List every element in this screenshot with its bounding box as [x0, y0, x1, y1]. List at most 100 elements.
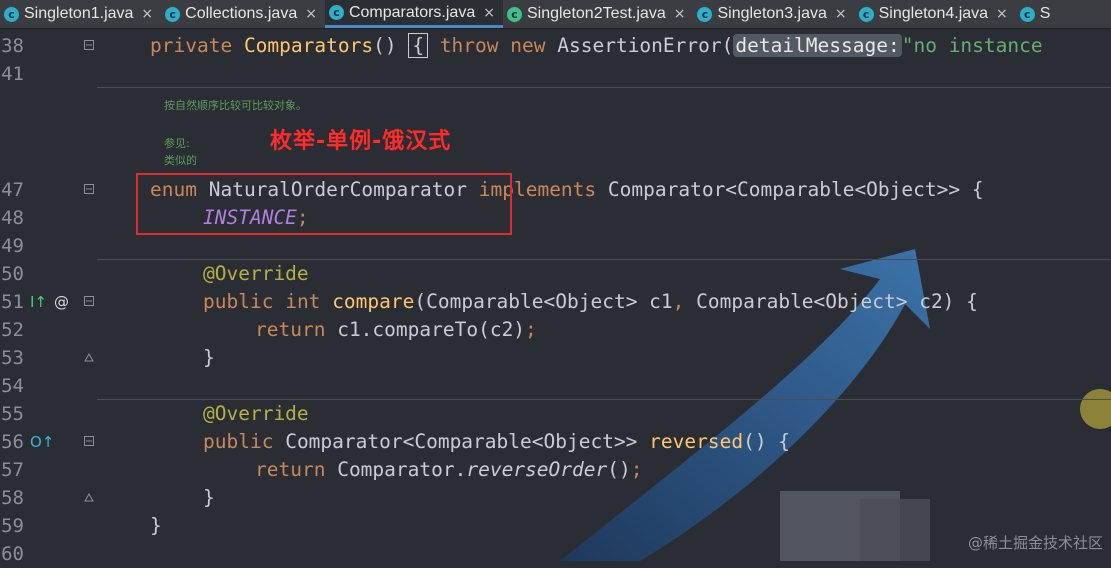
annotation: @Override [203, 262, 309, 285]
line-number[interactable]: 52 [0, 316, 24, 344]
close-icon[interactable]: × [996, 6, 1008, 22]
tab-label: Singleton4.java [878, 5, 989, 22]
tab-label: S [1039, 5, 1051, 22]
gutter-row: 48 [0, 204, 100, 232]
line-number[interactable]: 41 [0, 60, 24, 88]
code-line-50[interactable]: @Override [203, 260, 309, 288]
class-icon: c [1019, 6, 1035, 22]
constructor-name: Comparators [243, 34, 374, 57]
code-line-58[interactable]: } [203, 484, 215, 512]
editor-tab[interactable]: c Collections.java × [161, 0, 325, 28]
editor-tab[interactable]: c Singleton3.java × [693, 0, 854, 28]
watermark: @稀土掘金技术社区 [967, 534, 1103, 552]
code-line-56[interactable]: public Comparator<Comparable<Object>> re… [203, 428, 790, 456]
class-icon: c [697, 6, 713, 22]
gutter-row: 54 [0, 372, 100, 400]
fold-expanded-icon[interactable] [84, 436, 94, 446]
tab-label: Singleton1.java [24, 5, 134, 22]
code-line-55[interactable]: @Override [203, 400, 309, 428]
gutter-row: 50 [0, 260, 100, 288]
interface-type: Comparator<Comparable<Object>> { [607, 178, 984, 201]
parameter-hint: detailMessage: [733, 34, 902, 57]
keyword: throw [439, 34, 499, 57]
line-number[interactable]: 54 [0, 372, 24, 400]
line-number[interactable]: 49 [0, 232, 24, 260]
code-line-38[interactable]: private Comparators() { throw new Assert… [150, 32, 1043, 60]
gutter-row: 55 [0, 400, 100, 428]
overrides-method-icon[interactable]: O↑ [30, 428, 54, 456]
parameters: Comparable<Object> c2) { [684, 290, 978, 313]
line-number[interactable]: 56 [0, 428, 24, 456]
class-name: AssertionError( [557, 34, 734, 57]
annotation-marker-icon[interactable]: @ [54, 288, 69, 316]
keyword: public [203, 290, 274, 313]
line-number[interactable]: 38 [0, 32, 24, 60]
close-icon[interactable]: × [674, 6, 686, 22]
keyword: return [255, 458, 326, 481]
editor-tab[interactable]: cS [1016, 0, 1059, 28]
code-line-52[interactable]: return c1.compareTo(c2); [255, 316, 537, 344]
editor-tab[interactable]: c Singleton1.java × [0, 0, 161, 28]
doc-comment-see-link[interactable]: 类似的 [164, 152, 197, 168]
semicolon: ; [525, 318, 537, 341]
tab-label: Collections.java [185, 5, 298, 22]
class-icon: c [165, 6, 181, 22]
gutter-row: 59 [0, 512, 100, 540]
editor-tab[interactable]: c Comparators.java × [324, 0, 503, 28]
editor-tab[interactable]: c Singleton2Test.java × [503, 0, 694, 28]
keyword: new [510, 34, 546, 57]
gutter-row: 51 [0, 288, 100, 316]
annotation: @Override [203, 402, 309, 425]
class-name: Comparator. [337, 458, 467, 481]
fold-end-icon[interactable] [84, 352, 94, 362]
tab-label: Singleton3.java [717, 5, 827, 22]
closing-brace: } [203, 346, 215, 369]
brace-match: { [408, 33, 429, 58]
method-call: reverseOrder [466, 458, 608, 481]
method-name: compare [332, 290, 415, 313]
line-number[interactable]: 51 [0, 288, 24, 316]
fold-end-icon[interactable] [84, 492, 94, 502]
tab-label: Singleton2Test.java [526, 5, 666, 22]
line-number[interactable]: 55 [0, 400, 24, 428]
code-line-51[interactable]: public int compare(Comparable<Object> c1… [203, 288, 978, 316]
editor-tab-bar: c Singleton1.java × c Collections.java × c Comp… [0, 0, 1111, 29]
fold-expanded-icon[interactable] [84, 296, 94, 306]
gutter-row: 57 [0, 456, 100, 484]
editor-tab[interactable]: c Singleton4.java × [855, 0, 1016, 28]
line-number[interactable]: 57 [0, 456, 24, 484]
line-number[interactable]: 48 [0, 204, 24, 232]
implements-method-icon[interactable]: I↑ [30, 288, 47, 316]
class-icon: c [858, 6, 874, 22]
parens: () [607, 458, 631, 481]
gutter-row: 47 [0, 176, 100, 204]
class-icon: c [328, 5, 344, 20]
highlight-box [136, 173, 512, 235]
line-number[interactable]: 60 [0, 540, 24, 568]
code-line-59[interactable]: } [150, 512, 162, 540]
gutter-row: 41 [0, 60, 100, 88]
comma: , [672, 290, 685, 313]
fold-expanded-icon[interactable] [84, 40, 94, 50]
close-icon[interactable]: × [835, 6, 847, 22]
line-number[interactable]: 59 [0, 512, 24, 540]
line-number[interactable]: 47 [0, 176, 24, 204]
test-class-icon: c [506, 6, 522, 22]
close-icon[interactable]: × [483, 5, 495, 21]
fold-expanded-icon[interactable] [84, 184, 94, 194]
method-name: reversed [649, 430, 744, 453]
code-line-53[interactable]: } [203, 344, 215, 372]
keyword: int [285, 290, 321, 313]
close-icon[interactable]: × [141, 6, 153, 22]
gutter-row: 49 [0, 232, 100, 260]
code-line-57[interactable]: return Comparator.reverseOrder(); [255, 456, 642, 484]
gutter-row: 58 [0, 484, 100, 512]
closing-brace: } [150, 514, 162, 537]
gutter-row: 38 [0, 32, 100, 60]
class-icon: c [4, 6, 19, 22]
gutter-row: 52 [0, 316, 100, 344]
line-number[interactable]: 50 [0, 260, 24, 288]
line-number[interactable]: 53 [0, 344, 24, 372]
line-number[interactable]: 58 [0, 484, 24, 512]
close-icon[interactable]: × [305, 6, 317, 22]
